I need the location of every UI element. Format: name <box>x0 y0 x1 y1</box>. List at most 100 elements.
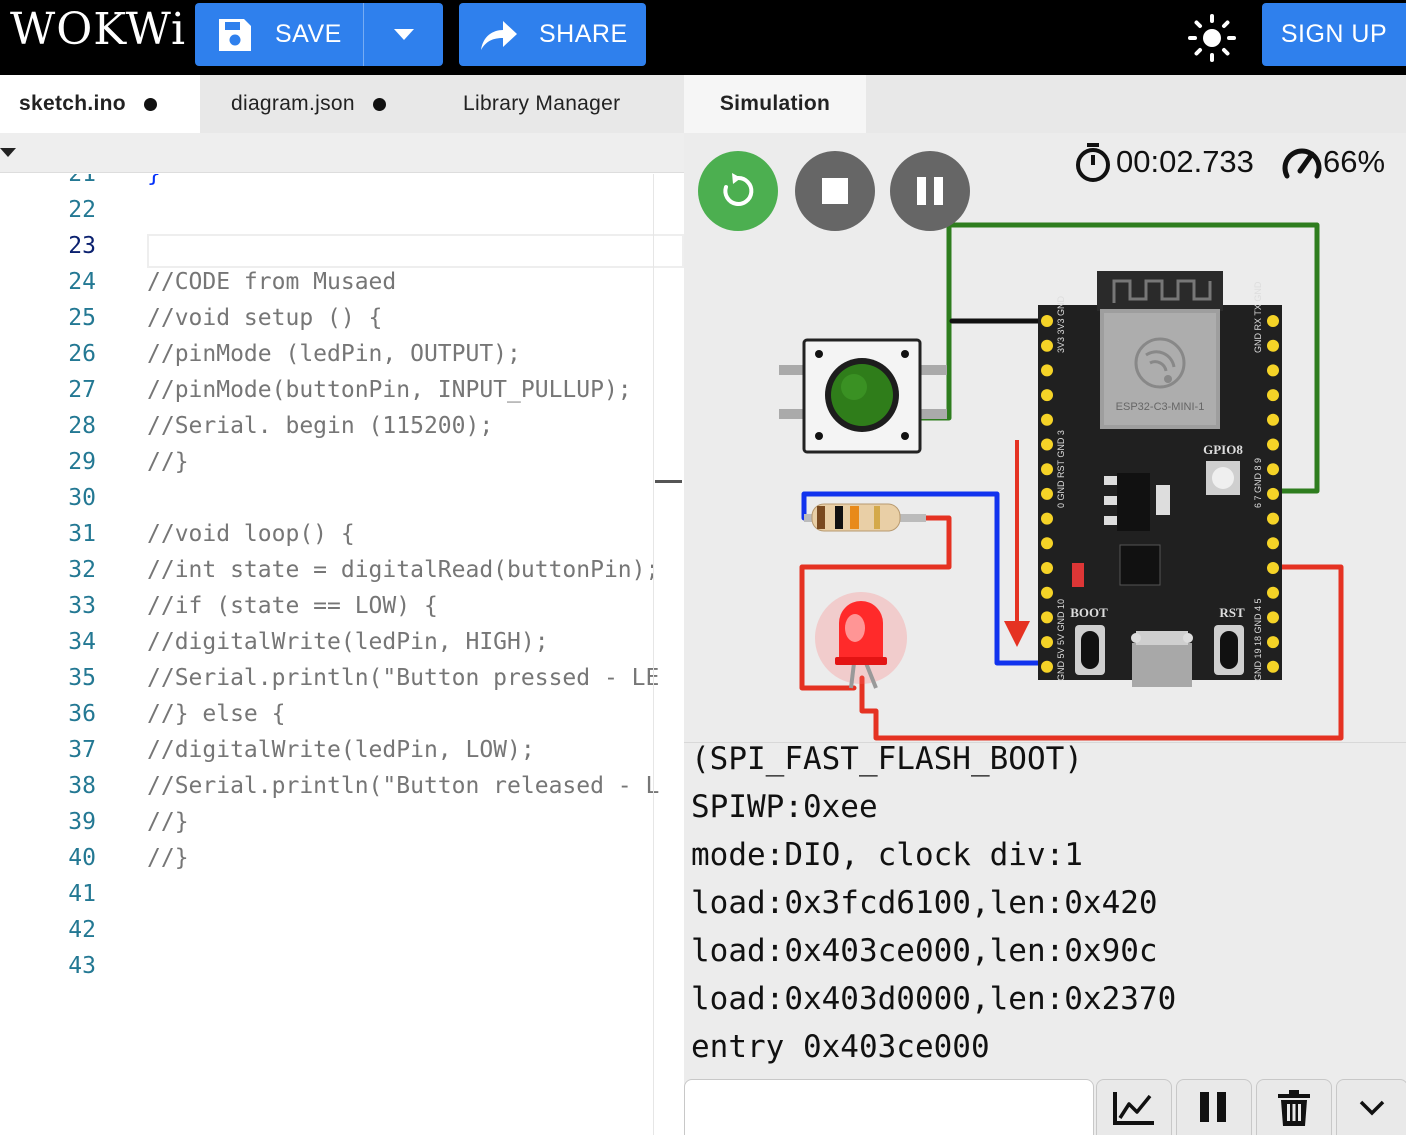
board-pin[interactable] <box>1267 487 1279 500</box>
code-line[interactable]: 22 <box>0 192 684 228</box>
code-line[interactable]: 43 <box>0 948 684 984</box>
code-line[interactable]: 32 //int state = digitalRead(buttonPin); <box>0 552 684 588</box>
tab-diagram-json[interactable]: diagram.json <box>231 75 386 133</box>
board-pin[interactable] <box>1267 364 1279 377</box>
line-number: 43 <box>68 953 96 979</box>
board-pin[interactable] <box>1267 413 1279 426</box>
board-pin[interactable] <box>1267 339 1279 352</box>
code-line[interactable]: 39 //} <box>0 804 684 840</box>
resistor <box>804 503 926 532</box>
serial-toolbar <box>684 1078 1406 1135</box>
code-line[interactable]: 27 //pinMode(buttonPin, INPUT_PULLUP); <box>0 372 684 408</box>
pause-icon <box>1200 1092 1226 1122</box>
board-pin[interactable] <box>1041 339 1053 352</box>
board-pin[interactable] <box>1041 389 1053 402</box>
tab-library-manager[interactable]: Library Manager <box>463 75 620 133</box>
board-pin[interactable] <box>1041 537 1053 550</box>
board-pin[interactable] <box>1041 512 1053 525</box>
board-pin[interactable] <box>1267 660 1279 673</box>
tab-simulation[interactable]: Simulation <box>684 75 866 133</box>
code-line[interactable]: 31 //void loop() { <box>0 516 684 552</box>
code-line[interactable]: 42 <box>0 912 684 948</box>
plotter-button[interactable] <box>1096 1079 1172 1135</box>
board-pin[interactable] <box>1041 586 1053 599</box>
board-pin[interactable] <box>1267 611 1279 624</box>
code-editor[interactable]: 21} 22 23 24 //CODE from Musaed 25 //void setu… <box>0 174 684 1135</box>
collapse-serial-button[interactable] <box>1336 1079 1406 1135</box>
board-pin[interactable] <box>1041 438 1053 451</box>
code-line[interactable]: 37 //digitalWrite(ledPin, LOW); <box>0 732 684 768</box>
board-pin[interactable] <box>1041 660 1053 673</box>
code-text: //CODE from Musaed <box>147 269 397 295</box>
board-pin[interactable] <box>1041 364 1053 377</box>
save-button[interactable]: SAVE <box>195 3 363 66</box>
simulation-timer: 00:02.733 <box>1074 141 1254 183</box>
board-pin[interactable] <box>1267 389 1279 402</box>
board-pin[interactable] <box>1267 636 1279 649</box>
code-line[interactable]: 34 //digitalWrite(ledPin, HIGH); <box>0 624 684 660</box>
board-pin[interactable] <box>1041 487 1053 500</box>
code-text: //void setup () { <box>147 305 383 331</box>
board-pin[interactable] <box>1267 537 1279 550</box>
code-line[interactable]: 38 //Serial.println("Button released - L <box>0 768 684 804</box>
code-line[interactable]: 26 //pinMode (ledPin, OUTPUT); <box>0 336 684 372</box>
code-text: //digitalWrite(ledPin, LOW); <box>147 737 535 763</box>
serial-monitor-output[interactable]: (SPI_FAST_FLASH_BOOT) SPIWP:0xee mode:DI… <box>684 742 1406 1078</box>
board-pin[interactable] <box>1041 562 1053 574</box>
restart-simulation-button[interactable] <box>698 151 778 231</box>
code-text: //pinMode (ledPin, OUTPUT); <box>147 341 521 367</box>
line-number: 33 <box>68 593 96 619</box>
code-line[interactable]: 30 <box>0 480 684 516</box>
line-number: 32 <box>68 557 96 583</box>
code-text: //} <box>147 449 189 475</box>
sign-up-button[interactable]: SIGN UP <box>1262 3 1406 66</box>
board-pin[interactable] <box>1267 586 1279 599</box>
line-number: 31 <box>68 521 96 547</box>
floppy-disk-icon <box>219 18 251 51</box>
board-pin[interactable] <box>1267 463 1279 476</box>
code-line[interactable]: 33 //if (state == LOW) { <box>0 588 684 624</box>
wokwi-logo[interactable]: WOKWi <box>10 4 186 55</box>
board-pin[interactable] <box>1267 562 1279 574</box>
board-pin[interactable] <box>1267 512 1279 525</box>
code-line[interactable]: 40 //} <box>0 840 684 876</box>
serial-input[interactable] <box>684 1079 1094 1135</box>
code-text: //Serial.println("Button pressed - LE <box>147 665 660 691</box>
save-button-group: SAVE <box>195 3 443 66</box>
code-line[interactable]: 23 <box>0 228 684 264</box>
board-pin[interactable] <box>1041 611 1053 624</box>
code-line[interactable]: 24 //CODE from Musaed <box>0 264 684 300</box>
share-button[interactable]: SHARE <box>459 3 646 66</box>
top-bar: WOKWi SAVE SHARE SIGN UP <box>0 0 1406 75</box>
save-dropdown-button[interactable] <box>364 3 443 66</box>
caret-down-icon[interactable] <box>0 148 16 157</box>
line-number: 42 <box>68 917 96 943</box>
code-line[interactable]: 25 //void setup () { <box>0 300 684 336</box>
board-pin[interactable] <box>1267 315 1279 327</box>
tab-sketch-ino[interactable]: sketch.ino <box>0 75 200 133</box>
code-line[interactable]: 35 //Serial.println("Button pressed - LE <box>0 660 684 696</box>
line-number: 22 <box>68 197 96 223</box>
board-pin[interactable] <box>1041 315 1053 327</box>
save-label: SAVE <box>275 20 342 48</box>
serial-line: load:0x403d0000,len:0x2370 <box>691 981 1177 1017</box>
current-arrow <box>1004 440 1030 647</box>
code-line[interactable]: 29 //} <box>0 444 684 480</box>
code-line[interactable]: 28 //Serial. begin (115200); <box>0 408 684 444</box>
pause-serial-button[interactable] <box>1176 1079 1252 1135</box>
code-line[interactable]: 36 //} else { <box>0 696 684 732</box>
pause-simulation-button[interactable] <box>890 151 970 231</box>
clear-serial-button[interactable] <box>1256 1079 1332 1135</box>
board-pin[interactable] <box>1041 636 1053 649</box>
board-pin[interactable] <box>1041 463 1053 476</box>
line-number: 36 <box>68 701 96 727</box>
simulation-canvas[interactable]: ESP32-C3-MINI-1 GPIO8 BOOT RST 3V3 3V3 G… <box>684 133 1406 742</box>
sun-icon[interactable] <box>1188 14 1236 62</box>
line-number: 37 <box>68 737 96 763</box>
code-line[interactable]: 21} <box>0 174 684 192</box>
board-pin[interactable] <box>1041 413 1053 426</box>
code-line[interactable]: 41 <box>0 876 684 912</box>
board-pin[interactable] <box>1267 438 1279 451</box>
stop-simulation-button[interactable] <box>795 151 875 231</box>
scrollbar-marker[interactable] <box>655 480 682 483</box>
